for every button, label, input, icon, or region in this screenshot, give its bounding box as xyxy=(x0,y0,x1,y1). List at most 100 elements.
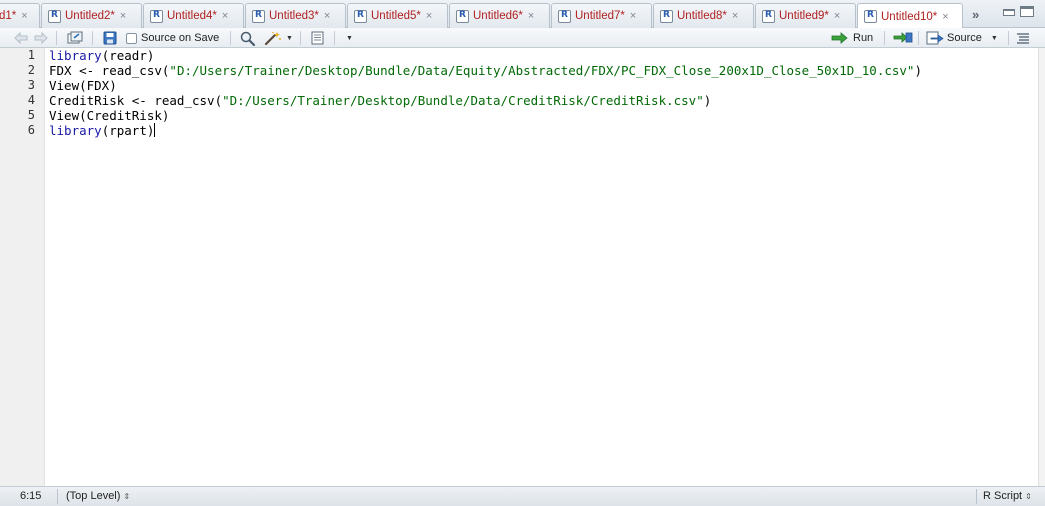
tab-label: Untitled6* xyxy=(473,10,523,22)
line-number: 1 xyxy=(27,48,35,62)
code-text: View(FDX) xyxy=(49,78,117,93)
document-outline-button[interactable] xyxy=(1016,30,1030,46)
toolbar-separator xyxy=(884,31,885,45)
toolbar-separator xyxy=(56,31,57,45)
source-on-save-label: Source on Save xyxy=(141,32,220,44)
magic-wand-icon xyxy=(264,31,281,45)
chevron-down-icon[interactable]: ▼ xyxy=(991,35,998,42)
save-button[interactable] xyxy=(103,30,117,46)
code-text: (rpart) xyxy=(101,123,155,138)
tab-untitled5[interactable]: Untitled5* × xyxy=(347,3,448,28)
r-script-icon xyxy=(48,9,61,23)
forward-button[interactable] xyxy=(34,30,48,46)
close-icon[interactable]: × xyxy=(324,10,330,22)
code-text: CreditRisk <- read_csv( xyxy=(49,93,223,108)
close-icon[interactable]: × xyxy=(630,10,636,22)
tab-label: Untitled9* xyxy=(779,10,829,22)
close-icon[interactable]: × xyxy=(426,10,432,22)
close-icon[interactable]: × xyxy=(528,10,534,22)
compile-report-button[interactable] xyxy=(310,30,324,46)
status-separator xyxy=(57,489,58,504)
scope-selector[interactable]: (Top Level) ⇕ xyxy=(66,490,130,502)
code-text: (readr) xyxy=(101,48,155,63)
close-icon[interactable]: × xyxy=(222,10,228,22)
code-tools-menu[interactable]: ▼ xyxy=(264,30,293,46)
more-options-menu[interactable]: ▼ xyxy=(346,30,353,46)
tab-d1[interactable]: d1* × xyxy=(0,3,40,28)
tab-untitled3[interactable]: Untitled3* × xyxy=(245,3,346,28)
editor-tab-bar: d1* × Untitled2* × Untitled4* × Untitled… xyxy=(0,0,1045,29)
close-icon[interactable]: × xyxy=(942,11,948,23)
minimize-pane-icon[interactable] xyxy=(1003,9,1015,16)
toolbar-separator xyxy=(1008,31,1009,45)
cursor-position: 6:15 xyxy=(20,490,42,502)
double-chevron-right-icon[interactable]: » xyxy=(972,7,979,22)
tab-untitled8[interactable]: Untitled8* × xyxy=(653,3,754,28)
tab-untitled6[interactable]: Untitled6* × xyxy=(449,3,550,28)
source-label: Source xyxy=(947,32,982,44)
source-on-save-checkbox[interactable] xyxy=(126,32,137,44)
arrow-left-icon xyxy=(14,32,28,44)
chevron-down-icon: ▼ xyxy=(346,34,353,42)
rerun-icon xyxy=(893,32,913,43)
toolbar-separator xyxy=(918,31,919,45)
close-icon[interactable]: × xyxy=(21,10,27,22)
source-on-save-toggle[interactable]: Source on Save xyxy=(126,30,219,46)
close-icon[interactable]: × xyxy=(834,10,840,22)
line-number: 5 xyxy=(27,108,35,122)
vertical-scrollbar[interactable] xyxy=(1038,48,1045,486)
toolbar-separator xyxy=(230,31,231,45)
updown-arrow-icon: ⇕ xyxy=(1025,492,1032,501)
tab-untitled10[interactable]: Untitled10* × xyxy=(857,3,963,29)
tab-label: Untitled4* xyxy=(167,10,217,22)
show-in-window-button[interactable] xyxy=(67,30,83,46)
maximize-pane-icon[interactable] xyxy=(1020,6,1034,17)
close-icon[interactable]: × xyxy=(732,10,738,22)
keyword-token: library xyxy=(49,48,102,63)
run-button[interactable]: Run xyxy=(831,30,873,46)
find-replace-button[interactable] xyxy=(240,30,255,46)
r-script-icon xyxy=(762,9,775,23)
string-token: "D:/Users/Trainer/Desktop/Bundle/Data/Cr… xyxy=(222,93,704,108)
tab-untitled7[interactable]: Untitled7* × xyxy=(551,3,652,28)
source-button[interactable]: Source ▼ xyxy=(926,30,998,46)
tab-untitled2[interactable]: Untitled2* × xyxy=(41,3,142,28)
outline-icon xyxy=(1017,33,1029,44)
open-in-window-icon xyxy=(67,31,83,44)
code-line-6[interactable]: library(rpart) xyxy=(49,123,156,138)
r-script-icon xyxy=(660,9,673,23)
status-separator xyxy=(976,489,977,504)
save-icon xyxy=(103,31,117,45)
code-editor[interactable]: library(readr) FDX <- read_csv("D:/Users… xyxy=(45,48,1038,486)
code-line-3[interactable]: View(FDX) xyxy=(49,78,117,93)
tab-label: d1* xyxy=(0,10,17,22)
file-type-selector[interactable]: R Script ⇕ xyxy=(983,490,1032,502)
tab-label: Untitled8* xyxy=(677,10,727,22)
r-script-icon xyxy=(456,9,469,23)
run-arrow-icon xyxy=(831,32,848,44)
tab-label: Untitled3* xyxy=(269,10,319,22)
tab-label: Untitled2* xyxy=(65,10,115,22)
back-button[interactable] xyxy=(14,30,28,46)
code-line-2[interactable]: FDX <- read_csv("D:/Users/Trainer/Deskto… xyxy=(49,63,922,78)
text-cursor xyxy=(154,123,156,137)
r-script-icon xyxy=(150,9,163,23)
source-icon xyxy=(926,31,944,45)
tab-untitled4[interactable]: Untitled4* × xyxy=(143,3,244,28)
r-script-icon xyxy=(558,9,571,23)
toolbar-separator xyxy=(334,31,335,45)
chevron-down-icon: ▼ xyxy=(286,34,293,42)
r-script-icon xyxy=(864,10,877,23)
updown-arrow-icon: ⇕ xyxy=(123,492,131,501)
code-text: ) xyxy=(914,63,922,78)
string-token: "D:/Users/Trainer/Desktop/Bundle/Data/Eq… xyxy=(169,63,915,78)
code-line-5[interactable]: View(CreditRisk) xyxy=(49,108,169,123)
tab-untitled9[interactable]: Untitled9* × xyxy=(755,3,856,28)
line-number: 2 xyxy=(27,63,35,77)
rerun-button[interactable] xyxy=(893,30,913,46)
line-number: 4 xyxy=(27,93,35,107)
code-line-4[interactable]: CreditRisk <- read_csv("D:/Users/Trainer… xyxy=(49,93,711,108)
tab-label: Untitled7* xyxy=(575,10,625,22)
code-line-1[interactable]: library(readr) xyxy=(49,48,154,63)
close-icon[interactable]: × xyxy=(120,10,126,22)
